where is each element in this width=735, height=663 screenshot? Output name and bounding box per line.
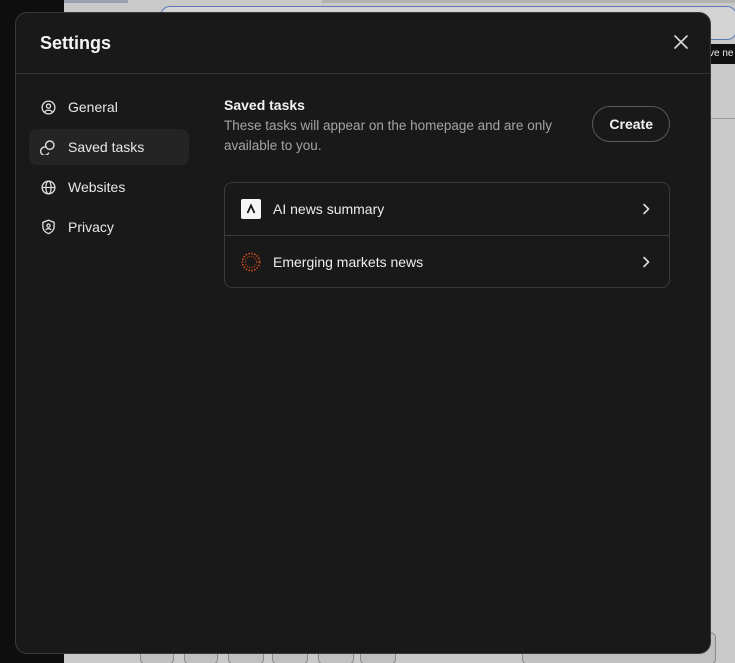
sidebar-item-privacy[interactable]: Privacy — [29, 209, 189, 245]
task-row-ai-news-summary[interactable]: AI news summary — [225, 183, 669, 235]
chevron-right-icon — [639, 255, 653, 269]
sidebar-item-label: Websites — [68, 179, 126, 195]
close-button[interactable] — [670, 31, 692, 53]
sidebar-item-label: Saved tasks — [68, 139, 145, 155]
saved-tasks-icon — [40, 139, 56, 155]
modal-header: Settings — [16, 13, 710, 74]
saved-tasks-panel: Saved tasks These tasks will appear on t… — [224, 97, 670, 288]
sidebar-item-general[interactable]: General — [29, 89, 189, 125]
background-divider — [711, 118, 735, 119]
background-tab — [64, 0, 128, 3]
task-label: Emerging markets news — [273, 253, 424, 270]
saved-tasks-list: AI news summary Emerging markets news — [224, 182, 670, 288]
shield-icon — [40, 219, 56, 235]
task-row-emerging-markets-news[interactable]: Emerging markets news — [225, 235, 669, 287]
section-description: These tasks will appear on the homepage … — [224, 118, 552, 153]
close-icon — [674, 35, 688, 49]
create-button[interactable]: Create — [592, 106, 670, 142]
sidebar-item-label: General — [68, 99, 118, 115]
dotted-ring-icon — [241, 252, 261, 272]
user-circle-icon — [40, 99, 56, 115]
caret-logo-icon — [241, 199, 261, 219]
globe-icon — [40, 179, 56, 195]
sidebar-item-label: Privacy — [68, 219, 114, 235]
sidebar-item-saved-tasks[interactable]: Saved tasks — [29, 129, 189, 165]
settings-sidebar: General Saved tasks Websites Privacy — [29, 89, 189, 249]
task-label: AI news summary — [273, 201, 385, 217]
chevron-right-icon — [639, 202, 653, 216]
background-tab — [322, 0, 735, 3]
sidebar-item-websites[interactable]: Websites — [29, 169, 189, 205]
settings-modal: Settings General Saved tasks Websites Pr… — [15, 12, 711, 654]
modal-title: Settings — [40, 33, 112, 53]
